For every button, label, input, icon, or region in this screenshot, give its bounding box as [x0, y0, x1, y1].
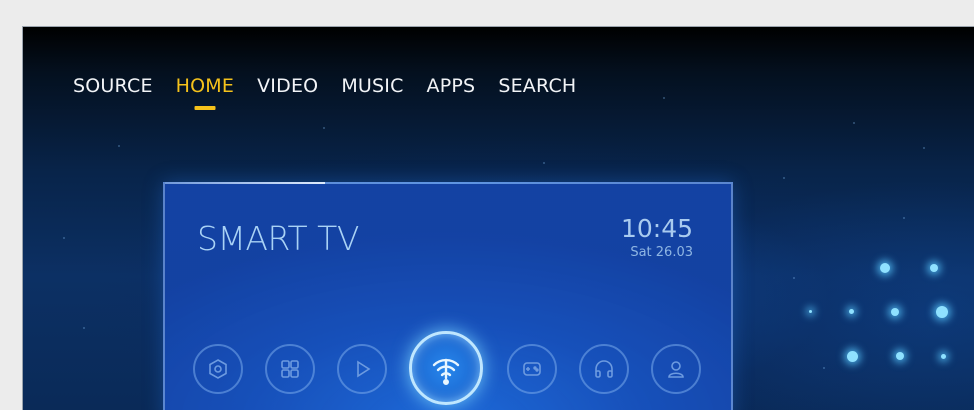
- app-icon-row: [165, 184, 731, 410]
- music-button[interactable]: [579, 344, 629, 394]
- wifi-icon: [432, 358, 460, 386]
- top-navigation: SOURCE HOME VIDEO MUSIC APPS SEARCH: [73, 75, 599, 97]
- settings-hexagon-icon: [209, 359, 227, 379]
- apps-grid-button[interactable]: [265, 344, 315, 394]
- profile-button[interactable]: [651, 344, 701, 394]
- wifi-button[interactable]: [409, 331, 483, 405]
- nav-item-search[interactable]: SEARCH: [498, 75, 576, 97]
- gamepad-icon: [523, 362, 541, 376]
- smart-tv-panel: SMART TV 10:45 Sat 26.03: [163, 182, 733, 410]
- nav-item-video[interactable]: VIDEO: [257, 75, 318, 97]
- nav-item-apps[interactable]: APPS: [427, 75, 476, 97]
- user-profile-icon: [668, 361, 684, 378]
- tv-screen: SOURCE HOME VIDEO MUSIC APPS SEARCH SMAR…: [22, 26, 974, 410]
- play-icon: [357, 360, 371, 378]
- play-button[interactable]: [337, 344, 387, 394]
- settings-app-button[interactable]: [193, 344, 243, 394]
- nav-item-source[interactable]: SOURCE: [73, 75, 153, 97]
- headphones-icon: [595, 360, 613, 378]
- nav-item-music[interactable]: MUSIC: [341, 75, 403, 97]
- games-button[interactable]: [507, 344, 557, 394]
- grid-apps-icon: [281, 360, 299, 378]
- nav-item-home[interactable]: HOME: [176, 75, 234, 97]
